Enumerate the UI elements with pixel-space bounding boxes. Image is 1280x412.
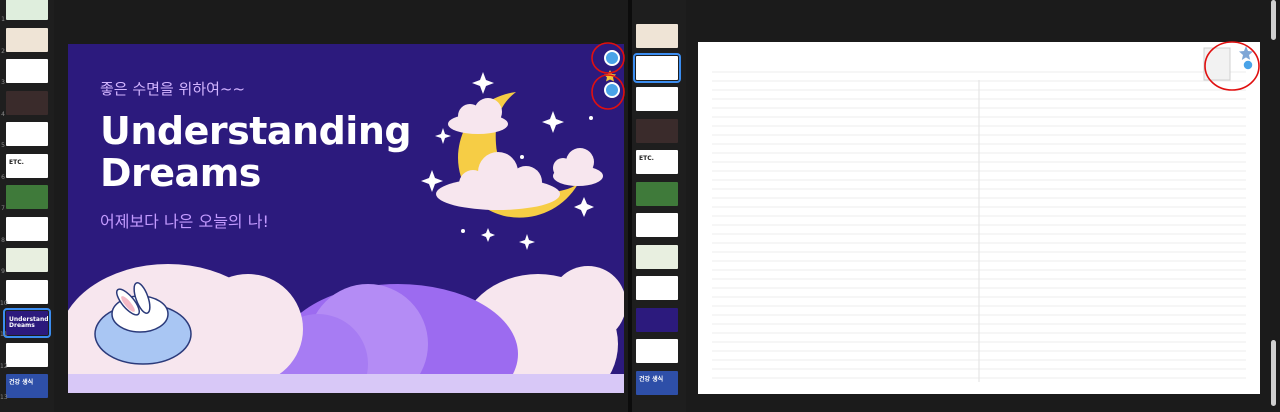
slide-thumbnail[interactable] [6, 279, 48, 304]
slide-thumbnail[interactable] [6, 216, 48, 241]
thumbnail-label: 건강 생식 [9, 379, 34, 386]
right-pane-scrollbar-top[interactable] [1271, 0, 1276, 40]
thumbnail-number: 10 [0, 299, 8, 307]
page-thumbnail[interactable] [636, 244, 678, 269]
page-thumbnail[interactable] [636, 87, 678, 111]
page-thumbnail[interactable]: 건강 생식 [636, 370, 678, 395]
slide-thumbnail[interactable] [6, 59, 48, 83]
thumbnail-number: 9 [1, 268, 5, 275]
page-thumbnail[interactable] [633, 52, 681, 83]
slide-thumbnail[interactable]: 건강 생식 [6, 374, 48, 398]
thumbnail-number: 2 [1, 47, 5, 55]
slide-thumbnail[interactable]: ETC. [6, 153, 48, 178]
thumbnail-number: 11 [0, 331, 8, 338]
main-slide-canvas[interactable]: 좋은 수면을 위하여~~ Understanding Dreams 어제보다 나… [68, 44, 624, 393]
slide-thumbnail[interactable] [6, 90, 48, 115]
thumbnail-number: 3 [1, 79, 5, 86]
page-thumbnail[interactable] [636, 24, 678, 48]
slide-thumbnail[interactable] [6, 342, 48, 367]
thumbnail-label: ETC. [639, 155, 654, 162]
page-thumbnail[interactable] [636, 276, 678, 300]
thumbnail-label: 건강 생식 [639, 375, 664, 383]
page-thumbnail[interactable] [636, 339, 678, 363]
page-thumbnail[interactable]: ETC. [636, 150, 678, 174]
right-page-thumbnail-list[interactable]: ETC. 건강 생식 [632, 0, 686, 412]
thumbnail-number: 1 [1, 16, 5, 23]
notes-page-canvas[interactable] [698, 42, 1260, 394]
thumbnail-number: 6 [1, 173, 5, 181]
slide-thumbnail[interactable] [6, 0, 48, 20]
page-thumbnail[interactable] [636, 118, 678, 143]
thumbnail-label: ETC. [9, 158, 24, 166]
left-document-pane: 12345ETC.678910Understanding Dreams1112건… [0, 0, 628, 412]
ruled-lines [712, 71, 1246, 382]
slide-subtitle-top: 좋은 수면을 위하여~~ [100, 80, 246, 98]
thumbnail-number: 4 [1, 110, 5, 118]
thumbnail-number: 5 [1, 142, 5, 149]
thumbnail-number: 7 [1, 205, 5, 212]
slide-thumbnail[interactable]: Understanding Dreams [3, 308, 51, 338]
right-pane-scrollbar[interactable] [1271, 340, 1276, 406]
thumbnail-number: 8 [1, 236, 5, 244]
page-thumbnail[interactable] [636, 181, 678, 206]
slide-thumbnail[interactable] [6, 27, 48, 52]
slide-title-line2: Dreams [100, 151, 261, 195]
page-thumbnail[interactable] [636, 213, 678, 237]
thumbnail-number: 12 [0, 362, 8, 370]
slide-thumbnail[interactable] [6, 248, 48, 272]
page-thumbnail[interactable] [636, 307, 678, 332]
slide-title-line1: Understanding [100, 109, 412, 153]
thumbnail-number: 13 [0, 394, 8, 401]
slide-thumbnail[interactable] [6, 122, 48, 146]
slide-thumbnail[interactable] [6, 185, 48, 209]
slide-title: Understanding Dreams [100, 109, 412, 195]
left-slide-thumbnail-list[interactable]: 12345ETC.678910Understanding Dreams1112건… [0, 0, 54, 412]
thumbnail-label: Understanding Dreams [9, 316, 48, 329]
slide-subtitle-bottom: 어제보다 나은 오늘의 나! [100, 212, 269, 231]
